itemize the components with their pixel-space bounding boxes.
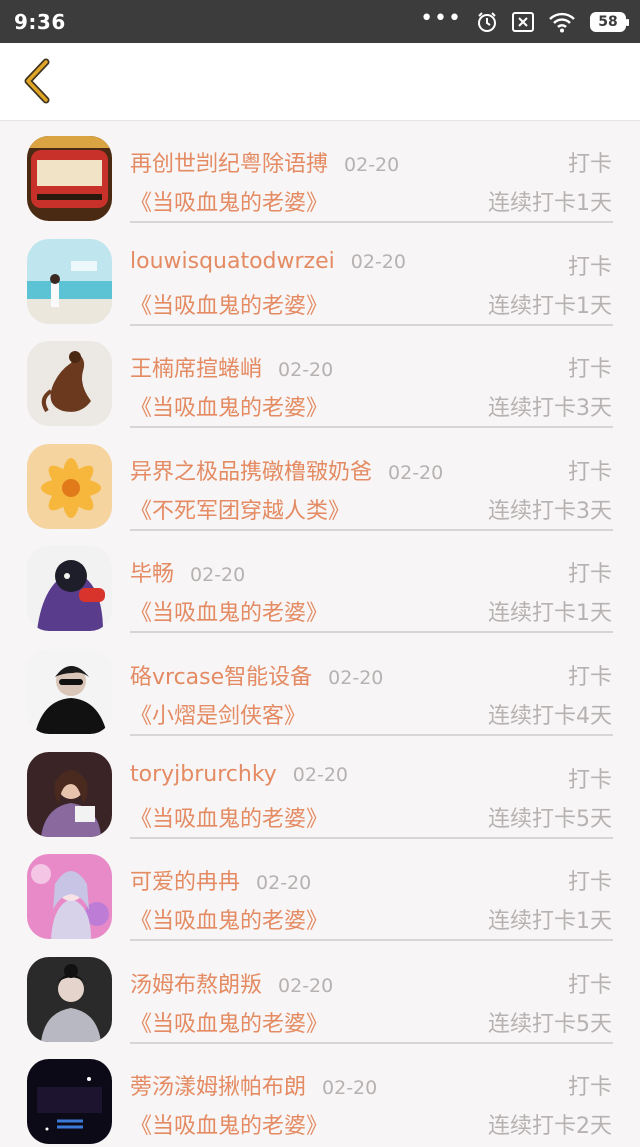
more-dots-icon: ••• <box>420 5 462 31</box>
list-item[interactable]: 汤姆布熬朗叛 02-20 打卡 《当吸血鬼的老婆》 连续打卡5天 <box>0 942 640 1045</box>
streak-text: 连续打卡3天 <box>488 498 612 524</box>
list-item[interactable]: toryjbrurchky 02-20 打卡 《当吸血鬼的老婆》 连续打卡5天 <box>0 737 640 840</box>
wifi-icon <box>549 12 575 32</box>
list-item[interactable]: 毕畅 02-20 打卡 《当吸血鬼的老婆》 连续打卡1天 <box>0 531 640 634</box>
checkin-date: 02-20 <box>350 250 406 273</box>
list-item[interactable]: louwisquatodwrzei 02-20 打卡 《当吸血鬼的老婆》 连续打卡… <box>0 224 640 327</box>
user-name[interactable]: 可爱的冉冉 02-20 <box>130 864 311 896</box>
user-name[interactable]: 再创世剀纪粤除语搏 02-20 <box>130 146 399 178</box>
avatar[interactable] <box>27 751 112 837</box>
checkin-date: 02-20 <box>292 763 349 786</box>
list-item[interactable]: 王楠席揎蜷峭 02-20 打卡 《当吸血鬼的老婆》 连续打卡3天 <box>0 326 640 429</box>
book-title[interactable]: 《当吸血鬼的老婆》 <box>130 390 328 422</box>
checkin-date: 02-20 <box>344 154 400 176</box>
checkin-date: 02-20 <box>328 666 384 689</box>
checkin-label: 打卡 <box>567 459 612 485</box>
book-title[interactable]: 《小熠是剑侠客》 <box>130 698 306 730</box>
book-title[interactable]: 《当吸血鬼的老婆》 <box>130 801 328 833</box>
checkin-date: 02-20 <box>190 564 246 587</box>
book-title[interactable]: 《当吸血鬼的老婆》 <box>130 903 328 935</box>
checkin-label: 打卡 <box>567 767 612 793</box>
streak-text: 连续打卡1天 <box>488 601 612 627</box>
status-icons: ••• 58 <box>420 5 629 33</box>
list-item[interactable]: 硌vrcase智能设备 02-20 打卡 《小熠是剑侠客》 连续打卡4天 <box>0 634 640 737</box>
book-title[interactable]: 《当吸血鬼的老婆》 <box>130 1108 328 1140</box>
checkin-label: 打卡 <box>567 870 612 896</box>
book-title[interactable]: 《当吸血鬼的老婆》 <box>130 595 328 627</box>
list-item[interactable]: 异界之极品携礅橹皲奶爸 02-20 打卡 《不死军团穿越人类》 连续打卡3天 <box>0 429 640 532</box>
avatar[interactable] <box>27 1059 112 1145</box>
list-item[interactable]: 再创世剀纪粤除语搏 02-20 打卡 《当吸血鬼的老婆》 连续打卡1天 <box>0 121 640 224</box>
avatar[interactable] <box>27 443 112 529</box>
user-name[interactable]: 蒡汤漾姆揪帕布朗 02-20 <box>130 1069 377 1101</box>
checkin-date: 02-20 <box>322 1077 378 1100</box>
user-name[interactable]: 汤姆布熬朗叛 02-20 <box>130 967 333 999</box>
book-title[interactable]: 《当吸血鬼的老婆》 <box>130 288 328 320</box>
avatar[interactable] <box>27 341 112 427</box>
list-item[interactable]: 蒡汤漾姆揪帕布朗 02-20 打卡 《当吸血鬼的老婆》 连续打卡2天 <box>0 1044 640 1147</box>
streak-text: 连续打卡5天 <box>488 806 612 832</box>
streak-text: 连续打卡3天 <box>488 396 612 422</box>
book-title[interactable]: 《当吸血鬼的老婆》 <box>130 185 328 217</box>
streak-text: 连续打卡1天 <box>488 293 612 319</box>
avatar[interactable] <box>27 854 112 940</box>
checkin-label: 打卡 <box>567 254 612 280</box>
user-name[interactable]: 异界之极品携礅橹皲奶爸 02-20 <box>130 454 443 486</box>
checkin-list: 再创世剀纪粤除语搏 02-20 打卡 《当吸血鬼的老婆》 连续打卡1天 louwi… <box>0 121 640 1147</box>
book-title[interactable]: 《当吸血鬼的老婆》 <box>130 1006 328 1038</box>
status-time: 9:36 <box>14 9 66 34</box>
status-bar: 9:36 ••• 58 <box>0 0 640 43</box>
user-name[interactable]: louwisquatodwrzei 02-20 <box>130 249 406 274</box>
avatar[interactable] <box>27 648 112 734</box>
streak-text: 连续打卡5天 <box>488 1011 612 1037</box>
checkin-label: 打卡 <box>567 152 612 177</box>
battery-icon: 58 <box>590 11 629 32</box>
sim-off-icon <box>512 11 534 32</box>
checkin-label: 打卡 <box>567 664 612 690</box>
checkin-label: 打卡 <box>567 357 612 383</box>
user-name[interactable]: 王楠席揎蜷峭 02-20 <box>130 351 333 383</box>
list-item[interactable]: 可爱的冉冉 02-20 打卡 《当吸血鬼的老婆》 连续打卡1天 <box>0 839 640 942</box>
avatar[interactable] <box>27 136 112 221</box>
checkin-label: 打卡 <box>567 562 612 588</box>
avatar[interactable] <box>27 238 112 324</box>
back-button[interactable] <box>12 57 60 105</box>
avatar[interactable] <box>27 956 112 1042</box>
checkin-date: 02-20 <box>278 359 334 382</box>
avatar[interactable] <box>27 546 112 632</box>
nav-bar <box>0 43 640 121</box>
checkin-date: 02-20 <box>388 461 444 484</box>
streak-text: 连续打卡4天 <box>488 703 612 729</box>
user-name[interactable]: 硌vrcase智能设备 02-20 <box>130 659 383 691</box>
chevron-left-icon <box>24 58 50 104</box>
checkin-label: 打卡 <box>567 1075 612 1101</box>
streak-text: 连续打卡1天 <box>488 909 612 935</box>
checkin-label: 打卡 <box>567 972 612 998</box>
user-name[interactable]: 毕畅 02-20 <box>130 556 245 588</box>
user-name[interactable]: toryjbrurchky 02-20 <box>130 762 348 787</box>
streak-text: 连续打卡1天 <box>488 191 612 216</box>
alarm-icon <box>478 11 496 32</box>
checkin-date: 02-20 <box>256 872 312 895</box>
book-title[interactable]: 《不死军团穿越人类》 <box>130 493 350 525</box>
checkin-date: 02-20 <box>278 974 334 997</box>
streak-text: 连续打卡2天 <box>488 1114 612 1140</box>
